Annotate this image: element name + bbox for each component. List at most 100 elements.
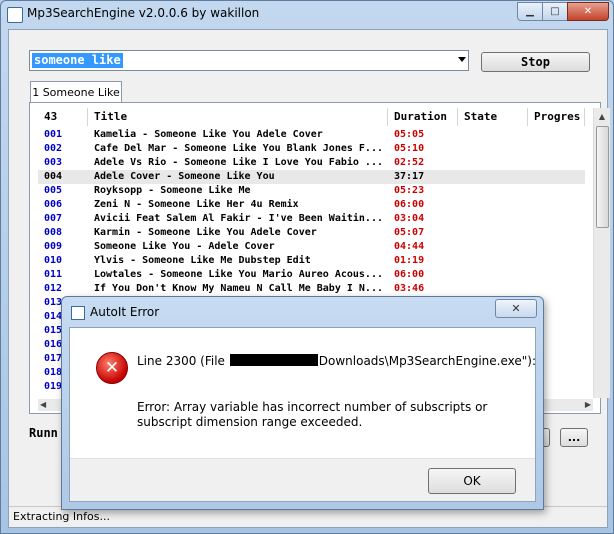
column-state[interactable]: State bbox=[458, 108, 528, 126]
running-label: Runn bbox=[29, 426, 58, 440]
title-bar[interactable]: Mp3SearchEngine v2.0.0.6 by wakillon ▁ □… bbox=[1, 1, 613, 27]
table-row[interactable]: 008 Karmin - Someone Like You Adele Cover… bbox=[38, 226, 585, 240]
dialog-close-button[interactable]: ✕ bbox=[495, 299, 537, 318]
row-state bbox=[458, 212, 528, 226]
dots-button[interactable]: ... bbox=[560, 428, 588, 447]
row-index: 002 bbox=[44, 143, 63, 154]
close-button[interactable]: ✕ bbox=[567, 2, 609, 21]
dialog-body: ✕ Line 2300 (File Downloads\Mp3SearchEng… bbox=[69, 327, 536, 502]
row-state bbox=[458, 240, 528, 254]
row-state bbox=[458, 184, 528, 198]
error-message: Error: Array variable has incorrect numb… bbox=[137, 400, 488, 429]
row-index: 010 bbox=[44, 255, 63, 266]
table-row[interactable]: 003 Adele Vs Rio - Someone Like I Love Yo… bbox=[38, 156, 585, 170]
table-row[interactable]: 001 Kamelia - Someone Like You Adele Cove… bbox=[38, 128, 585, 142]
app-icon bbox=[7, 7, 23, 23]
row-index: 006 bbox=[44, 199, 63, 210]
row-progress bbox=[528, 128, 585, 142]
table-row[interactable]: 010 Ylvis - Someone Like Me Dubstep Edit 0… bbox=[38, 254, 585, 268]
row-title: Zeni N - Someone Like Her 4u Remix bbox=[94, 199, 299, 210]
redacted-path bbox=[229, 354, 318, 366]
row-index: 012 bbox=[44, 283, 63, 294]
ok-button[interactable]: OK bbox=[428, 468, 516, 494]
minimize-button[interactable]: ▁ bbox=[517, 2, 543, 21]
window-title: Mp3SearchEngine v2.0.0.6 by wakillon bbox=[27, 6, 260, 20]
scroll-left-icon[interactable]: ◀ bbox=[40, 400, 46, 409]
column-progress[interactable]: Progres bbox=[528, 108, 585, 126]
error-line: Line 2300 (File Downloads\Mp3SearchEngin… bbox=[137, 354, 536, 368]
row-progress bbox=[528, 142, 585, 156]
table-row[interactable]: 011 Lowtales - Someone Like You Mario Aur… bbox=[38, 268, 585, 282]
row-title: Avicii Feat Salem Al Fakir - I've Been W… bbox=[94, 213, 383, 224]
maximize-button[interactable]: □ bbox=[542, 2, 568, 21]
row-index: 009 bbox=[44, 241, 63, 252]
row-progress bbox=[528, 198, 585, 212]
dialog-title: AutoIt Error bbox=[90, 305, 160, 319]
status-text: Extracting Infos... bbox=[13, 510, 110, 523]
row-title: Someone Like You - Adele Cover bbox=[94, 241, 275, 252]
table-row[interactable]: 006 Zeni N - Someone Like Her 4u Remix 06:… bbox=[38, 198, 585, 212]
row-index: 007 bbox=[44, 213, 63, 224]
row-duration: 01:19 bbox=[394, 255, 425, 266]
table-row[interactable]: 007 Avicii Feat Salem Al Fakir - I've Bee… bbox=[38, 212, 585, 226]
row-state bbox=[458, 268, 528, 282]
tab-someone-like[interactable]: 1 Someone Like bbox=[30, 81, 122, 103]
row-duration: 05:05 bbox=[394, 129, 425, 140]
search-input[interactable]: someone like bbox=[32, 53, 123, 68]
vertical-scrollbar[interactable]: ▲ bbox=[593, 108, 610, 398]
table-row[interactable]: 012 If You Don't Know My Nameu N Call Me … bbox=[38, 282, 585, 296]
table-row[interactable]: 009 Someone Like You - Adele Cover 04:44 bbox=[38, 240, 585, 254]
row-progress bbox=[528, 254, 585, 268]
dialog-footer: OK bbox=[70, 458, 535, 501]
row-state bbox=[458, 254, 528, 268]
row-title: Lowtales - Someone Like You Mario Aureo … bbox=[94, 269, 383, 280]
scrollbar-thumb[interactable] bbox=[596, 126, 609, 228]
row-state bbox=[458, 142, 528, 156]
row-duration: 06:00 bbox=[394, 199, 425, 210]
error-line-prefix: Line 2300 (File bbox=[137, 354, 225, 368]
row-state bbox=[458, 198, 528, 212]
caption-buttons: ▁ □ ✕ bbox=[517, 2, 609, 21]
row-duration: 05:10 bbox=[394, 143, 425, 154]
column-count[interactable]: 43 bbox=[38, 108, 88, 126]
autoit-icon bbox=[71, 306, 85, 320]
row-duration: 02:52 bbox=[394, 157, 425, 168]
row-progress bbox=[528, 268, 585, 282]
row-index: 005 bbox=[44, 185, 63, 196]
row-title: If You Don't Know My Nameu N Call Me Bab… bbox=[94, 283, 383, 294]
row-state bbox=[458, 226, 528, 240]
row-progress bbox=[528, 156, 585, 170]
dropdown-arrow-icon[interactable] bbox=[458, 57, 466, 62]
row-progress bbox=[528, 282, 585, 296]
table-row[interactable]: 002 Cafe Del Mar - Someone Like You Blank… bbox=[38, 142, 585, 156]
row-title: Ylvis - Someone Like Me Dubstep Edit bbox=[94, 255, 311, 266]
row-duration: 06:00 bbox=[394, 269, 425, 280]
row-duration: 05:23 bbox=[394, 185, 425, 196]
error-line-suffix: Downloads\Mp3SearchEngine.exe"): bbox=[318, 354, 537, 368]
row-state bbox=[458, 128, 528, 142]
row-title: Royksopp - Someone Like Me bbox=[94, 185, 251, 196]
row-title: Adele Cover - Someone Like You bbox=[94, 171, 275, 182]
row-index: 011 bbox=[44, 269, 63, 280]
row-progress bbox=[528, 226, 585, 240]
row-duration: 03:46 bbox=[394, 283, 425, 294]
table-row[interactable]: 005 Royksopp - Someone Like Me 05:23 bbox=[38, 184, 585, 198]
search-combobox[interactable]: someone like bbox=[29, 50, 469, 71]
error-x-icon: ✕ bbox=[96, 352, 128, 384]
row-duration: 37:17 bbox=[394, 171, 425, 182]
scroll-right-icon[interactable]: ▶ bbox=[585, 400, 591, 409]
stop-button[interactable]: Stop bbox=[481, 52, 590, 72]
column-duration[interactable]: Duration bbox=[388, 108, 458, 126]
column-title[interactable]: Title bbox=[88, 108, 388, 126]
row-progress bbox=[528, 240, 585, 254]
error-dialog: AutoIt Error ✕ ✕ Line 2300 (File Downloa… bbox=[61, 296, 544, 510]
table-row[interactable]: 004 Adele Cover - Someone Like You 37:17 bbox=[38, 170, 585, 184]
scroll-up-icon[interactable]: ▲ bbox=[594, 108, 610, 124]
row-progress bbox=[528, 184, 585, 198]
row-index: 003 bbox=[44, 157, 63, 168]
row-duration: 03:04 bbox=[394, 213, 425, 224]
row-title: Adele Vs Rio - Someone Like I Love You F… bbox=[94, 157, 383, 168]
row-index: 008 bbox=[44, 227, 63, 238]
row-index: 004 bbox=[44, 171, 63, 182]
row-title: Kamelia - Someone Like You Adele Cover bbox=[94, 129, 323, 140]
